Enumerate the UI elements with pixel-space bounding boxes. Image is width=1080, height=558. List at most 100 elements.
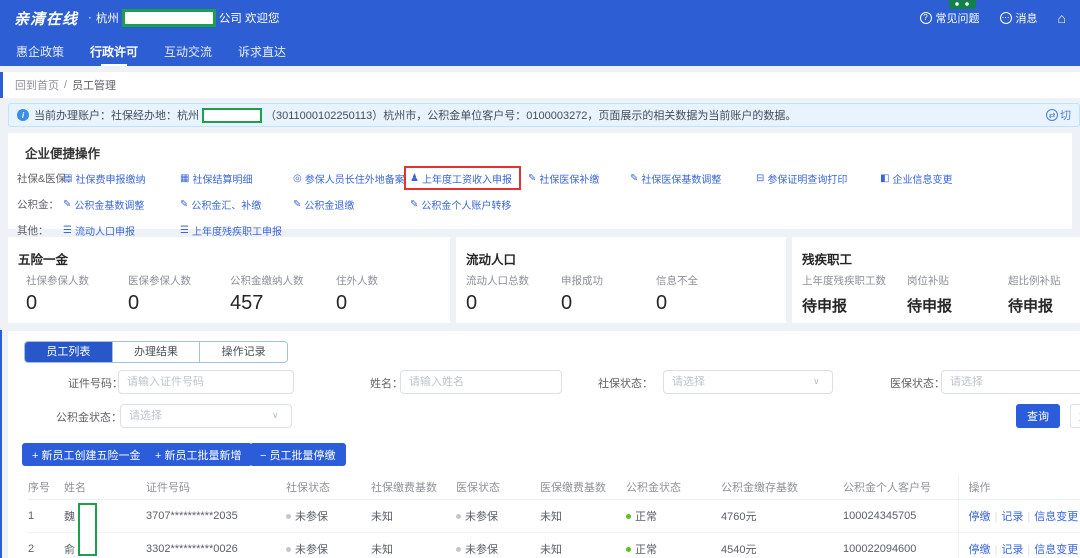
status-text: 未参保: [465, 544, 498, 556]
breadcrumb-separator: /: [64, 79, 67, 91]
breadcrumb-back-link[interactable]: 回到首页: [15, 77, 59, 93]
social-status-select[interactable]: [663, 370, 833, 394]
stat-label: 申报成功: [561, 273, 603, 288]
account-banner: i 当前办理账户：社保经办地：杭州 （3011000102250113）杭州市，…: [8, 103, 1080, 127]
card-title: 流动人口: [466, 249, 776, 268]
cell-fund-status: 正常: [626, 499, 721, 532]
link-label: 上年度工资收入申报: [422, 171, 512, 186]
building-icon: ⌂: [1058, 10, 1066, 26]
col-fund-status: 公积金状态: [626, 475, 721, 499]
faq-button[interactable]: ? 常见问题: [920, 10, 980, 26]
stat-living-outside: 住外人数 0: [336, 273, 378, 315]
link-social-medical-base-adjust[interactable]: ✎社保医保基数调整: [630, 171, 721, 186]
stats-cards: 五险一金 社保参保人数 0 医保参保人数 0 公积金缴纳人数 457 住外人数 …: [8, 237, 1080, 323]
id-number-label: 证件号码：: [68, 375, 123, 391]
link-annual-salary-declare[interactable]: ♟上年度工资收入申报: [410, 171, 512, 186]
stat-label: 公积金缴纳人数: [230, 273, 304, 288]
cell-medical-status: 未参保: [456, 499, 540, 532]
col-fund-base: 公积金缴存基数: [721, 475, 843, 499]
link-label: 社保医保补缴: [539, 171, 599, 186]
action-separator: |: [995, 511, 998, 523]
link-fund-refund[interactable]: ✎公积金退缴: [293, 197, 354, 212]
stat-value: 待申报: [1008, 295, 1061, 316]
stop-payment-link[interactable]: 停缴: [969, 511, 991, 523]
card-five-insurances: 五险一金 社保参保人数 0 医保参保人数 0 公积金缴纳人数 457 住外人数 …: [8, 237, 450, 323]
switch-account-link[interactable]: ⇄ 切: [1046, 107, 1071, 123]
medical-status-select[interactable]: [941, 370, 1080, 394]
action-separator: |: [1027, 511, 1030, 523]
link-fund-base-adjust[interactable]: ✎公积金基数调整: [63, 197, 144, 212]
quick-ops-card: 企业便捷操作 社保&医保： ▤社保费申报缴纳 ▦社保结算明细 ◎参保人员长住外地…: [8, 133, 1072, 229]
info-icon: i: [17, 109, 29, 121]
nav-item-policies[interactable]: 惠企政策: [14, 37, 66, 66]
link-insurance-cert-print[interactable]: ⊟参保证明查询打印: [756, 171, 847, 186]
question-icon: ?: [920, 12, 932, 24]
fund-status-select[interactable]: [120, 404, 292, 428]
link-social-fee-declare[interactable]: ▤社保费申报缴纳: [63, 171, 145, 186]
link-social-medical-repay[interactable]: ✎社保医保补缴: [528, 171, 599, 186]
plus-icon: +: [155, 450, 161, 462]
stat-label: 岗位补贴: [907, 273, 952, 288]
batch-add-button[interactable]: + 新员工批量新增: [145, 443, 252, 466]
stat-label: 流动人口总数: [466, 273, 529, 288]
top-header: 亲清在线 · 杭州 公司 欢迎您 ? 常见问题 ⋯ 消息 ⌂: [0, 0, 1080, 36]
reset-button[interactable]: 重: [1070, 404, 1080, 428]
info-change-link[interactable]: 信息变更: [1034, 544, 1078, 556]
stat-info-incomplete: 信息不全 0: [656, 273, 698, 315]
link-company-info-change[interactable]: ◧企业信息变更: [880, 171, 952, 186]
cell-actions: 停缴|记录|信息变更: [958, 499, 1080, 532]
messages-button[interactable]: ⋯ 消息: [1000, 10, 1038, 26]
link-label: 流动人口申报: [75, 223, 135, 238]
medical-status-label: 医保状态：: [890, 375, 945, 391]
link-migrant-population-declare[interactable]: ☰流动人口申报: [63, 223, 135, 238]
col-fund-account: 公积金个人客户号: [843, 475, 958, 499]
status-text: 未参保: [295, 511, 328, 523]
link-remote-residence-record[interactable]: ◎参保人员长住外地备案: [293, 171, 405, 186]
status-dot-gray: [456, 547, 461, 552]
link-label: 社保医保基数调整: [641, 171, 721, 186]
record-link[interactable]: 记录: [1001, 544, 1023, 556]
stat-migrant-total: 流动人口总数 0: [466, 273, 529, 315]
query-button[interactable]: 查询: [1016, 404, 1060, 428]
welcome-city: 杭州: [96, 10, 119, 26]
link-fund-remit-repay[interactable]: ✎公积金汇、补缴: [180, 197, 261, 212]
name-input[interactable]: [400, 370, 562, 394]
agency-name-redaction: [202, 108, 262, 123]
stat-value: 457: [230, 292, 304, 315]
edit-icon: ✎: [180, 199, 188, 210]
info-change-link[interactable]: 信息变更: [1034, 511, 1078, 523]
quick-ops-row-fund: 公积金： ✎公积金基数调整 ✎公积金汇、补缴 ✎公积金退缴 ✎公积金个人账户转移: [8, 197, 1072, 214]
status-dot-gray: [286, 547, 291, 552]
cell-medical-base: 未知: [540, 499, 626, 532]
link-fund-account-transfer[interactable]: ✎公积金个人账户转移: [410, 197, 511, 212]
link-social-settlement-detail[interactable]: ▦社保结算明细: [180, 171, 252, 186]
batch-stop-button[interactable]: − 员工批量停缴: [250, 443, 346, 466]
nav-item-interaction[interactable]: 互动交流: [162, 37, 214, 66]
enterprise-space-button[interactable]: ⌂: [1058, 10, 1066, 26]
link-disabled-worker-declare[interactable]: ☰上年度残疾职工申报: [180, 223, 282, 238]
tab-operation-records[interactable]: 操作记录: [199, 342, 287, 362]
tab-processing-results[interactable]: 办理结果: [112, 342, 200, 362]
tab-employee-list[interactable]: 员工列表: [25, 342, 112, 362]
cell-name: 俞: [64, 532, 146, 558]
stop-payment-link[interactable]: 停缴: [969, 544, 991, 556]
edit-icon: ✎: [528, 173, 536, 184]
status-text: 未参保: [295, 544, 328, 556]
stat-label: 信息不全: [656, 273, 698, 288]
record-link[interactable]: 记录: [1001, 511, 1023, 523]
cell-fund-account: 100024345705: [843, 499, 958, 532]
header-actions: ? 常见问题 ⋯ 消息 ⌂: [920, 10, 1066, 26]
nav-item-admin-permits[interactable]: 行政许可: [88, 37, 140, 66]
table-header-row: 序号 姓名 证件号码 社保状态 社保缴费基数 医保状态 医保缴费基数 公积金状态…: [28, 475, 1080, 499]
stat-label: 超比例补贴: [1008, 273, 1061, 288]
card-title: 五险一金: [18, 249, 440, 268]
nav-item-appeals[interactable]: 诉求直达: [236, 37, 288, 66]
chevron-down-icon: ∨: [272, 410, 279, 421]
cell-fund-base: 4760元: [721, 499, 843, 532]
status-text: 正常: [635, 544, 657, 556]
card-migrant-population: 流动人口 流动人口总数 0 申报成功 0 信息不全 0: [456, 237, 786, 323]
id-number-input[interactable]: [118, 370, 294, 394]
create-employee-button[interactable]: + 新员工创建五险一金: [22, 443, 151, 466]
table-row: 1 魏 3707**********2035 未参保 未知 未参保 未知 正常 …: [28, 499, 1080, 532]
list-icon: ☰: [180, 225, 189, 236]
